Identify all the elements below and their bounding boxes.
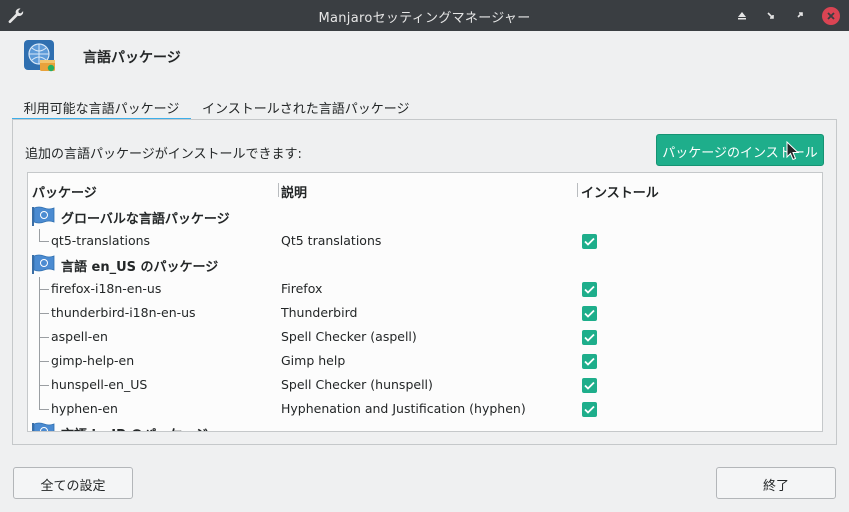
table-row[interactable]: firefox-i18n-en-us Firefox <box>28 277 822 301</box>
tree-branch <box>39 397 49 410</box>
install-checkbox[interactable] <box>582 402 597 417</box>
package-description: Thunderbird <box>281 305 358 320</box>
page-title: 言語パッケージ <box>83 50 181 66</box>
column-header-install[interactable]: インストール <box>581 182 659 201</box>
language-packages-icon <box>24 40 55 72</box>
table-row[interactable]: gimp-help-en Gimp help <box>28 349 822 373</box>
check-icon <box>584 309 595 318</box>
package-description: Qt5 translations <box>281 233 382 248</box>
check-icon <box>584 285 595 294</box>
check-icon <box>584 405 595 414</box>
check-icon <box>584 357 595 366</box>
settings-window: Manjaroセッティングマネージャー 言語パッケージ 利用可能な言語パッケージ… <box>0 0 849 512</box>
tree-branch <box>39 277 49 301</box>
install-checkbox[interactable] <box>582 378 597 393</box>
install-checkbox[interactable] <box>582 306 597 321</box>
table-row[interactable]: hyphen-en Hyphenation and Justification … <box>28 397 822 421</box>
tab-installed-packages[interactable]: インストールされた言語パッケージ <box>202 96 409 120</box>
package-description: Gimp help <box>281 353 346 368</box>
flag-icon <box>32 254 55 274</box>
tree-branch <box>39 301 49 325</box>
tree-branch <box>39 229 49 242</box>
package-name: aspell-en <box>51 329 108 344</box>
close-button[interactable] <box>822 7 840 25</box>
column-divider[interactable] <box>577 183 578 197</box>
intro-text: 追加の言語パッケージがインストールできます: <box>25 147 302 162</box>
package-name: firefox-i18n-en-us <box>51 281 162 296</box>
check-icon <box>584 381 595 390</box>
install-checkbox[interactable] <box>582 234 597 249</box>
group-row[interactable]: グローバルな言語パッケージ <box>28 205 822 229</box>
tree-branch <box>39 325 49 349</box>
mouse-pointer-icon <box>786 141 800 161</box>
table-row[interactable]: hunspell-en_US Spell Checker (hunspell) <box>28 373 822 397</box>
minimize-icon[interactable] <box>762 6 780 24</box>
column-divider[interactable] <box>278 183 279 197</box>
package-name: qt5-translations <box>51 233 151 248</box>
table-row[interactable]: qt5-translations Qt5 translations <box>28 229 822 253</box>
tab-available-packages[interactable]: 利用可能な言語パッケージ <box>12 96 191 120</box>
titlebar[interactable]: Manjaroセッティングマネージャー <box>0 0 849 31</box>
group-label: グローバルな言語パッケージ <box>61 212 230 227</box>
column-header-description[interactable]: 説明 <box>281 182 307 201</box>
package-description: Hyphenation and Justification (hyphen) <box>281 401 526 416</box>
keep-above-icon[interactable] <box>733 6 751 24</box>
group-row[interactable]: 言語 en_US のパッケージ <box>28 253 822 277</box>
install-checkbox[interactable] <box>582 354 597 369</box>
window-title: Manjaroセッティングマネージャー <box>318 11 531 26</box>
package-name: hunspell-en_US <box>51 377 148 392</box>
package-name: hyphen-en <box>51 401 118 416</box>
check-icon <box>584 333 595 342</box>
package-description: Spell Checker (hunspell) <box>281 377 433 392</box>
package-name: thunderbird-i18n-en-us <box>51 305 196 320</box>
all-settings-button[interactable]: 全ての設定 <box>13 467 133 499</box>
check-icon <box>584 237 595 246</box>
tree-header: パッケージ 説明 インストール <box>28 173 822 207</box>
group-label: 言語 ja_JP のパッケージ <box>61 424 208 431</box>
maximize-icon[interactable] <box>791 6 809 24</box>
column-header-package[interactable]: パッケージ <box>32 182 97 201</box>
install-checkbox[interactable] <box>582 282 597 297</box>
group-row[interactable]: 言語 ja_JP のパッケージ <box>28 421 822 431</box>
package-description: Spell Checker (aspell) <box>281 329 417 344</box>
install-checkbox[interactable] <box>582 330 597 345</box>
quit-button[interactable]: 終了 <box>716 467 836 499</box>
tree-branch <box>39 349 49 373</box>
package-tree[interactable]: パッケージ 説明 インストール グローバルな言語パッケージ qt5-transl… <box>27 172 823 432</box>
flag-icon <box>32 206 55 226</box>
tree-branch <box>39 373 49 397</box>
table-row[interactable]: thunderbird-i18n-en-us Thunderbird <box>28 301 822 325</box>
group-label: 言語 en_US のパッケージ <box>61 260 219 275</box>
close-icon <box>827 12 835 20</box>
table-row[interactable]: aspell-en Spell Checker (aspell) <box>28 325 822 349</box>
package-description: Firefox <box>281 281 323 296</box>
flag-icon <box>32 422 55 431</box>
package-name: gimp-help-en <box>51 353 135 368</box>
